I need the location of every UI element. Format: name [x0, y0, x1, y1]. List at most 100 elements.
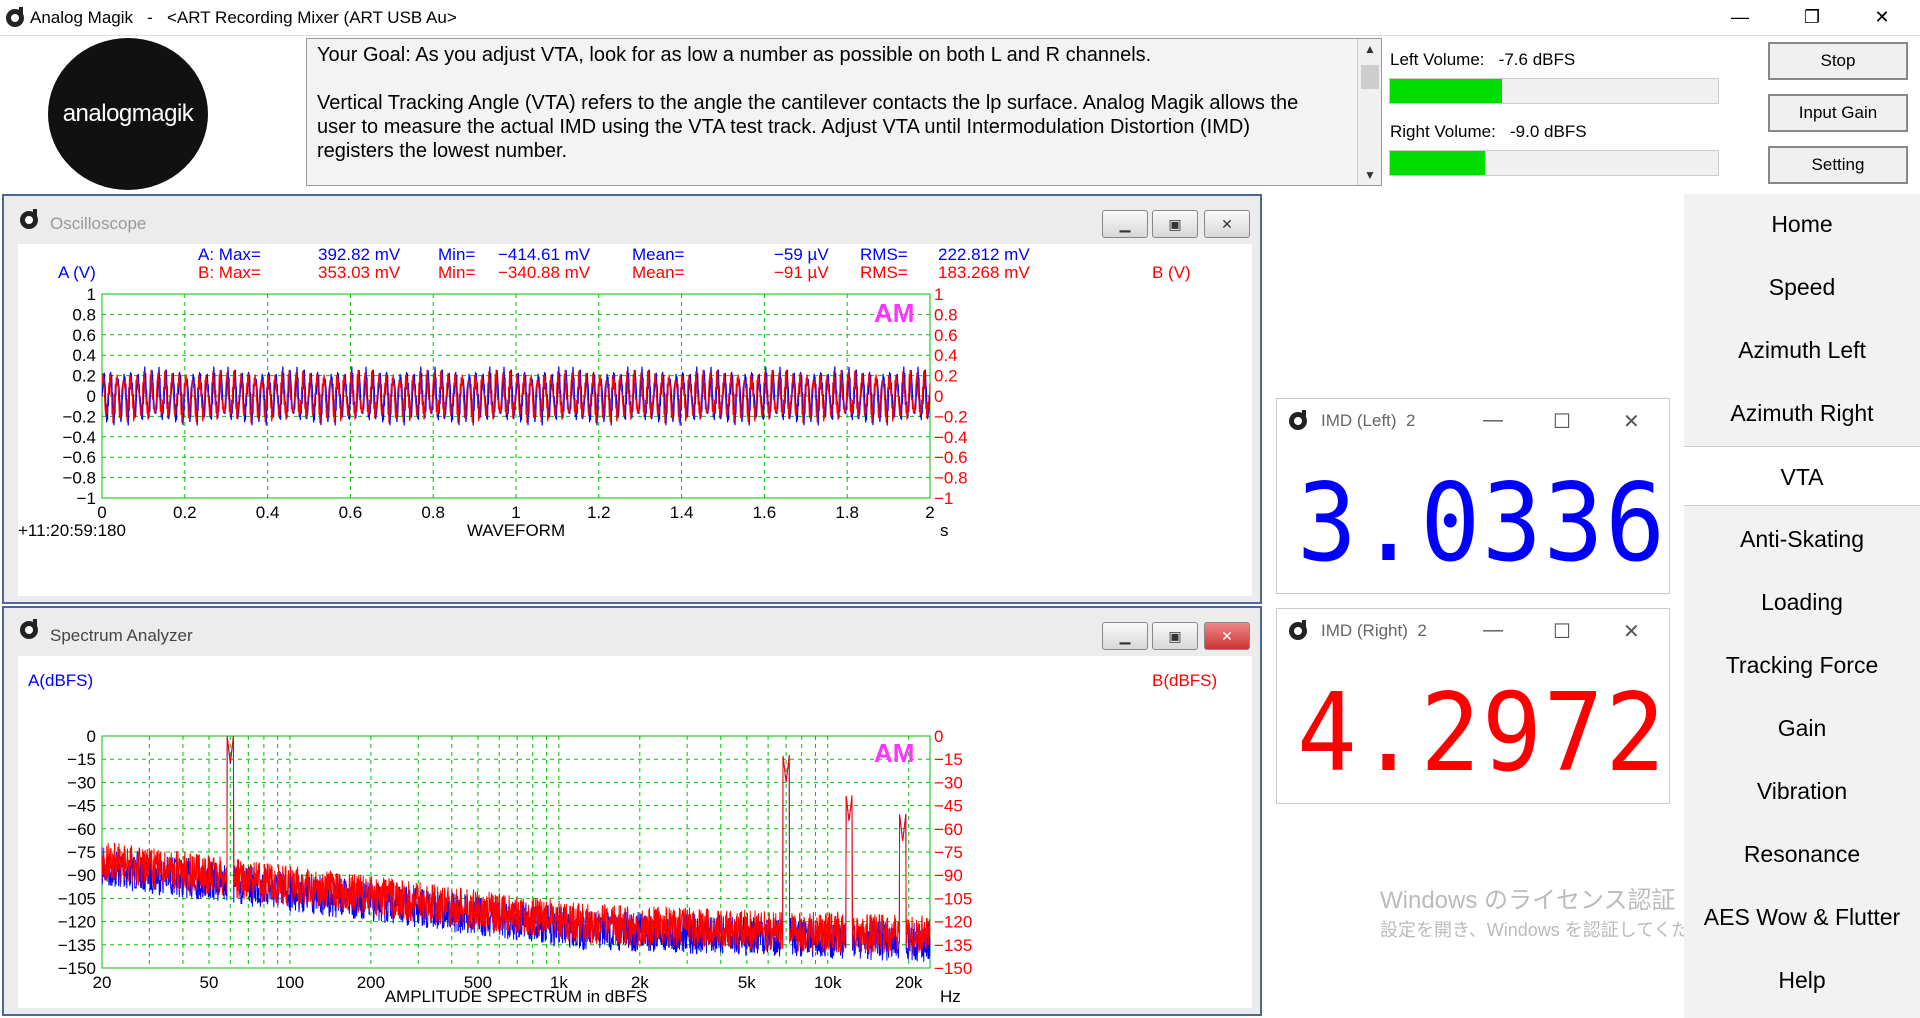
osc-stat-a: Min=: [438, 245, 475, 264]
close-button[interactable]: ✕: [1852, 0, 1912, 34]
osc-y2-tick: −1: [934, 489, 953, 508]
oscilloscope-title: Oscilloscope: [50, 214, 147, 233]
osc-x-tick: 0.8: [421, 503, 445, 522]
oscilloscope-window: Oscilloscope ▁ ▣ ✕ A: Max= 392.82 mV Min= −…: [2, 194, 1262, 604]
scroll-down-icon[interactable]: ▼: [1358, 165, 1382, 185]
imd-left-maximize-icon[interactable]: ☐: [1553, 409, 1571, 434]
nav-item-help[interactable]: Help: [1684, 950, 1920, 1010]
spectrum-plot: A(dBFS) B(dBFS) 0 0 −15 −15 −30 −30 −45 −45 −60 −60…: [18, 656, 1252, 1008]
osc-y-tick: 1: [87, 285, 96, 304]
spec-y2-tick: −150: [934, 959, 972, 978]
right-volume-bar: [1389, 150, 1719, 176]
spec-left-axis-label: A(dBFS): [28, 671, 93, 690]
scroll-thumb[interactable]: [1361, 65, 1379, 89]
nav-item-anti-skating[interactable]: Anti-Skating: [1684, 509, 1920, 569]
nav-item-aes-wow-flutter[interactable]: AES Wow & Flutter: [1684, 887, 1920, 947]
osc-y-tick: −0.6: [62, 448, 96, 467]
nav-item-loading[interactable]: Loading: [1684, 572, 1920, 632]
osc-maximize-button[interactable]: ▣: [1152, 210, 1198, 238]
osc-right-axis-label: B (V): [1152, 263, 1191, 282]
spec-y2-tick: −120: [934, 913, 972, 932]
minimize-button[interactable]: —: [1710, 0, 1770, 34]
osc-stat-b: −340.88 mV: [498, 263, 591, 282]
nav-item-azimuth-left[interactable]: Azimuth Left: [1684, 320, 1920, 380]
osc-y2-tick: 0.4: [934, 346, 958, 365]
nav-item-vibration[interactable]: Vibration: [1684, 761, 1920, 821]
imd-left-window: IMD (Left) 2 — ☐ ✕ 3.0336 %: [1276, 398, 1788, 594]
osc-stat-b: B: Max=: [198, 263, 261, 282]
app-icon: [6, 7, 24, 27]
spec-y2-tick: −30: [934, 773, 963, 792]
osc-stat-b: RMS=: [860, 263, 908, 282]
analogmagik-logo: analogmagik: [48, 38, 208, 190]
osc-stat-b: Min=: [438, 263, 475, 282]
spec-y-tick: 0: [87, 727, 96, 746]
spec-y-tick: −75: [67, 843, 96, 862]
spec-xlabel: AMPLITUDE SPECTRUM in dBFS: [385, 987, 648, 1006]
osc-x-tick: 1.6: [753, 503, 777, 522]
osc-y2-tick: 0.8: [934, 305, 958, 324]
spec-y-tick: −135: [58, 936, 96, 955]
imd-left-close-icon[interactable]: ✕: [1623, 409, 1640, 434]
osc-minimize-button[interactable]: ▁: [1102, 210, 1148, 238]
imd-right-close-icon[interactable]: ✕: [1623, 619, 1640, 644]
spec-x-tick: 5k: [738, 973, 756, 992]
spec-y2-tick: −135: [934, 936, 972, 955]
osc-y-tick: −0.8: [62, 469, 96, 488]
right-volume-fill: [1390, 151, 1486, 175]
scroll-up-icon[interactable]: ▲: [1358, 39, 1382, 59]
osc-y2-tick: 0: [934, 387, 943, 406]
imd-right-minimize-icon[interactable]: —: [1483, 619, 1503, 642]
osc-y2-tick: −0.4: [934, 428, 968, 447]
nav-item-home[interactable]: Home: [1684, 194, 1920, 254]
spec-maximize-button[interactable]: ▣: [1152, 622, 1198, 650]
goal-scrollbar[interactable]: ▲ ▼: [1357, 39, 1381, 185]
spec-y2-tick: −75: [934, 843, 963, 862]
spec-close-button[interactable]: ✕: [1204, 622, 1250, 650]
osc-y2-tick: −0.6: [934, 448, 968, 467]
left-volume-bar: [1389, 78, 1719, 104]
goal-text-box: Your Goal: As you adjust VTA, look for a…: [306, 38, 1382, 186]
osc-xlabel: WAVEFORM: [467, 521, 565, 540]
osc-y-tick: −0.2: [62, 407, 96, 426]
spec-right-axis-label: B(dBFS): [1152, 671, 1217, 690]
input-gain-button[interactable]: Input Gain: [1768, 94, 1908, 132]
restore-button[interactable]: ❐: [1782, 0, 1842, 34]
osc-y-tick: 0.4: [72, 346, 96, 365]
imd-left-app-icon: [1289, 410, 1307, 430]
nav-item-speed[interactable]: Speed: [1684, 257, 1920, 317]
imd-left-title: IMD (Left) 2: [1321, 411, 1416, 430]
setting-button[interactable]: Setting: [1768, 146, 1908, 184]
imd-right-window: IMD (Right) 2 — ☐ ✕ 4.2972 %: [1276, 608, 1788, 804]
spec-x-tick: 200: [357, 973, 385, 992]
title-bar: Analog Magik - <ART Recording Mixer (ART…: [0, 0, 1920, 36]
osc-y-tick: −0.4: [62, 428, 96, 447]
spec-y2-tick: −15: [934, 750, 963, 769]
nav-item-resonance[interactable]: Resonance: [1684, 824, 1920, 884]
nav-item-tracking-force[interactable]: Tracking Force: [1684, 635, 1920, 695]
left-volume-fill: [1390, 79, 1502, 103]
nav-item-gain[interactable]: Gain: [1684, 698, 1920, 758]
nav-item-vta[interactable]: VTA: [1684, 446, 1920, 506]
stop-button[interactable]: Stop: [1768, 42, 1908, 80]
function-nav: Home Speed Azimuth Left Azimuth Right VTA Ant…: [1684, 194, 1920, 1018]
imd-left-minimize-icon[interactable]: —: [1483, 409, 1503, 432]
spec-series-b: [101, 735, 931, 954]
osc-y2-tick: 1: [934, 285, 943, 304]
spec-y-tick: −120: [58, 913, 96, 932]
osc-stat-a: RMS=: [860, 245, 908, 264]
spec-y2-tick: −90: [934, 866, 963, 885]
spec-y-tick: −90: [67, 866, 96, 885]
spec-minimize-button[interactable]: ▁: [1102, 622, 1148, 650]
osc-stat-b: 183.268 mV: [938, 263, 1030, 282]
osc-stat-a: 392.82 mV: [318, 245, 401, 264]
imd-right-maximize-icon[interactable]: ☐: [1553, 619, 1571, 644]
osc-close-button[interactable]: ✕: [1204, 210, 1250, 238]
osc-stat-b: 353.03 mV: [318, 263, 401, 282]
osc-y-tick: 0.8: [72, 305, 96, 324]
left-volume-label: Left Volume: -7.6 dBFS: [1390, 50, 1576, 69]
nav-item-azimuth-right[interactable]: Azimuth Right: [1684, 383, 1920, 443]
osc-stat-a: −59 µV: [774, 245, 829, 264]
vta-description: Vertical Tracking Angle (VTA) refers to …: [317, 92, 1299, 162]
osc-x-tick: 0: [97, 503, 106, 522]
